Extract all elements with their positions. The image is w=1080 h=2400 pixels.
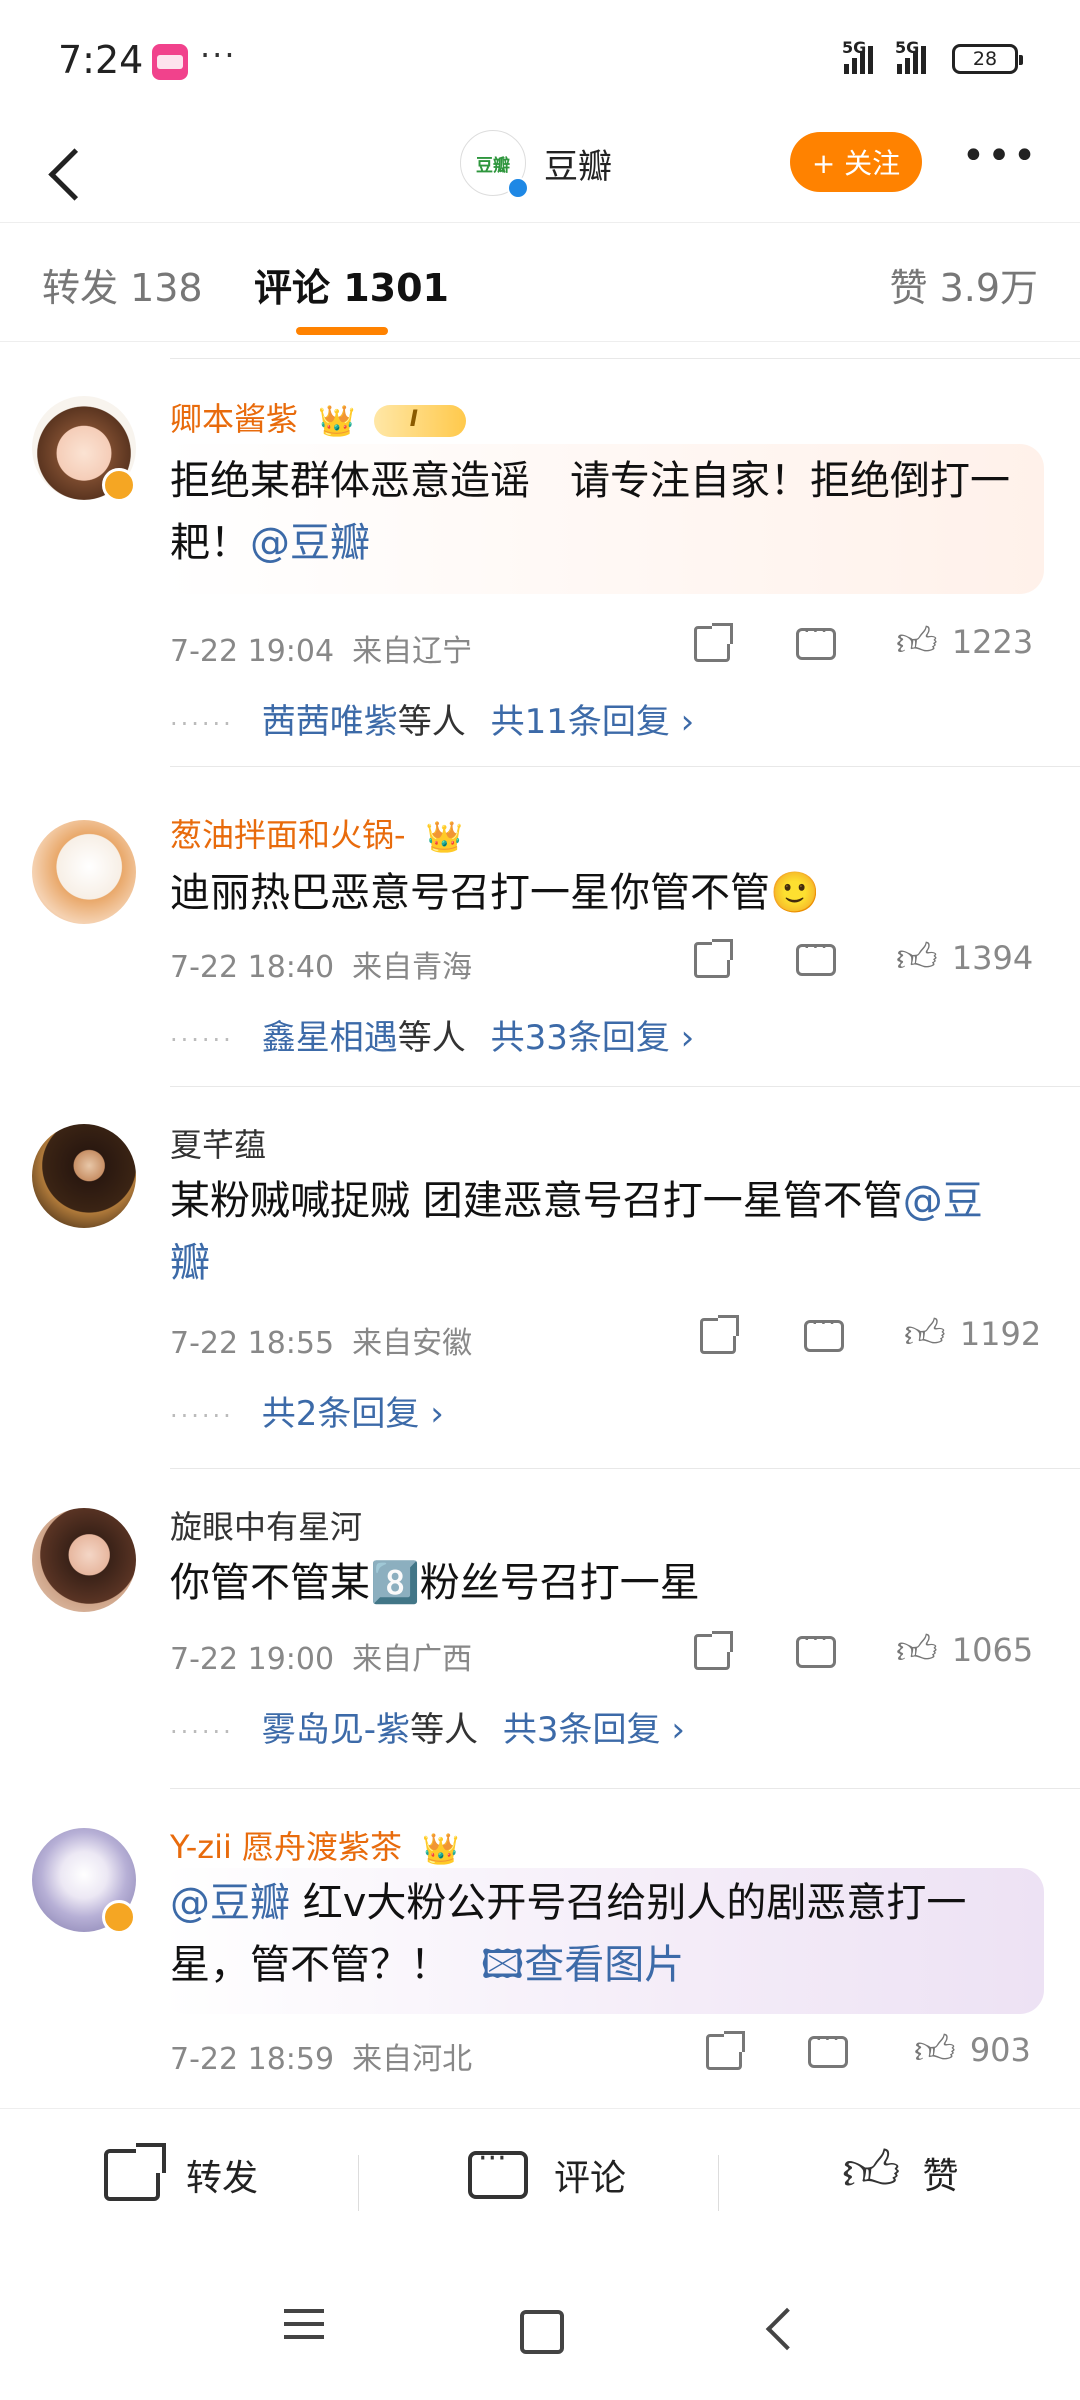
mention-link[interactable]: @豆瓣 [170, 1880, 290, 1926]
share-icon[interactable] [700, 1315, 739, 1354]
like-button[interactable]: 👍︎ 903 [914, 2026, 1031, 2074]
like-button[interactable]: 👍︎ 1065 [896, 1626, 1033, 1674]
avatar[interactable] [32, 820, 136, 924]
status-bar: 7:24 ··· 5G 5G 28 [0, 0, 1080, 120]
comment-author[interactable]: Y-zii 愿舟渡紫茶 👑 [170, 1822, 460, 1868]
tab-repost[interactable]: 转发 138 [42, 257, 203, 312]
bottom-action-bar: 转发 评论 👍︎ 赞 [0, 2108, 1080, 2258]
status-time: 7:24 [58, 38, 144, 82]
like-icon: 👍︎ [896, 1627, 938, 1673]
signal-icon-2: 5G [895, 38, 926, 74]
mention-link[interactable]: @豆瓣 [250, 520, 370, 566]
comment-item: 旋眼中有星河 你管不管某8️⃣粉丝号召打一星 7-22 19:00来自广西 👍︎… [0, 1468, 1080, 1788]
like-button[interactable]: 👍︎ 1192 [904, 1310, 1041, 1358]
view-image-link[interactable]: 🖾查看图片 [481, 1942, 685, 1988]
repost-button[interactable]: 转发 [104, 2143, 258, 2201]
like-icon: 👍︎ [896, 935, 938, 981]
tab-likes[interactable]: 赞 3.9万 [889, 257, 1038, 312]
vip-badge-icon [102, 468, 136, 502]
comment-meta: 7-22 18:59 来自河北 [170, 2042, 473, 2077]
comment-item: 夏芊蕴 某粉贼喊捉贼 团建恶意号召打一星管不管@豆瓣 7-22 18:55 来自安… [0, 1086, 1080, 1468]
share-icon[interactable] [694, 1631, 733, 1670]
home-icon[interactable] [500, 2300, 580, 2360]
comment-item: 葱油拌面和火锅- 👑 迪丽热巴恶意号召打一星你管不管🙂 7-22 18:40 来自… [0, 766, 1080, 1086]
account-avatar[interactable]: 豆瓣 [460, 130, 529, 199]
status-indicators: 5G 5G 28 [842, 38, 1023, 74]
comment-text: 迪丽热巴恶意号召打一星你管不管🙂 [170, 870, 820, 916]
signal-icon: 5G [842, 38, 873, 74]
comment-icon[interactable] [796, 933, 836, 976]
battery-icon: 28 [952, 44, 1023, 74]
comment-author[interactable]: 卿本酱紫 👑 I [170, 394, 466, 440]
comment-meta: 7-22 19:00 来自广西 [170, 1642, 473, 1677]
crown-icon: 👑 [425, 819, 464, 855]
reply-summary[interactable]: ······ 雾岛见-紫等人 共3条回复 › [170, 1702, 685, 1751]
like-button[interactable]: 👍︎ 赞 [842, 2139, 959, 2206]
app-notification-icon [152, 44, 188, 80]
share-icon[interactable] [694, 939, 733, 978]
comment-author[interactable]: 葱油拌面和火锅- 👑 [170, 810, 463, 856]
account-name[interactable]: 豆瓣 [544, 139, 612, 188]
comment-icon[interactable] [796, 617, 836, 660]
comment-icon[interactable] [804, 1309, 844, 1352]
comment-meta: 7-22 18:55 来自安徽 [170, 1326, 473, 1361]
divider [170, 1468, 1080, 1469]
like-button[interactable]: 👍︎ 1394 [896, 934, 1033, 982]
crown-icon: 👑 [422, 1831, 460, 1867]
account-header[interactable]: 豆瓣 豆瓣 [460, 130, 612, 199]
divider [170, 1788, 1080, 1789]
share-icon[interactable] [694, 623, 733, 662]
comment-text: @豆瓣 红v大粉公开号召给别人的剧恶意打一星，管不管？！ 🖾查看图片 [170, 1880, 967, 1988]
vip-badge-icon [102, 1900, 136, 1934]
like-icon: 👍︎ [904, 1311, 946, 1357]
comment-text: 你管不管某8️⃣粉丝号召打一星 [170, 1560, 700, 1606]
like-icon: 👍︎ [896, 619, 938, 665]
divider [718, 2155, 719, 2211]
reply-summary[interactable]: ······ 茜茜唯紫等人 共11条回复 › [170, 694, 694, 743]
like-icon: 👍︎ [914, 2027, 956, 2073]
like-button[interactable]: 👍︎ 1223 [896, 618, 1033, 666]
nav-back-icon[interactable] [740, 2300, 820, 2360]
comment-icon [468, 2141, 528, 2199]
comment-button[interactable]: 评论 [468, 2141, 626, 2201]
comment-list[interactable]: 卿本酱紫 👑 I 拒绝某群体恶意造谣 请专注自家！拒绝倒打一耙！@豆瓣 7-22… [0, 346, 1080, 2096]
comment-meta: 7-22 19:04 来自辽宁 [170, 634, 473, 669]
menu-icon[interactable] [264, 2300, 344, 2360]
like-icon: 👍︎ [842, 2139, 901, 2204]
verified-icon [507, 177, 529, 199]
level-badge: I [373, 405, 466, 437]
comment-author[interactable]: 旋眼中有星河 [170, 1502, 362, 1548]
divider [170, 766, 1080, 767]
share-icon [104, 2143, 166, 2201]
comment-text: 拒绝某群体恶意造谣 请专注自家！拒绝倒打一耙！@豆瓣 [170, 458, 1010, 566]
follow-button[interactable]: + 关注 [790, 132, 922, 192]
comment-author[interactable]: 夏芊蕴 [170, 1120, 266, 1166]
top-header: 豆瓣 豆瓣 + 关注 ••• [0, 120, 1080, 230]
comment-item: Y-zii 愿舟渡紫茶 👑 @豆瓣 红v大粉公开号召给别人的剧恶意打一星，管不管… [0, 1788, 1080, 2096]
divider [170, 1086, 1080, 1087]
avatar[interactable] [32, 1124, 136, 1228]
more-icon[interactable]: ••• [960, 136, 1040, 188]
comment-icon[interactable] [808, 2025, 848, 2068]
tab-bar: 转发 138 评论 1301 赞 3.9万 [0, 222, 1080, 342]
divider [170, 358, 1080, 359]
crown-icon: 👑 [318, 403, 356, 439]
avatar[interactable] [32, 1508, 136, 1612]
back-icon[interactable] [28, 134, 108, 214]
comment-meta: 7-22 18:40 来自青海 [170, 950, 473, 985]
status-more-icon: ··· [200, 36, 237, 74]
reply-summary[interactable]: ······ 鑫星相遇等人 共33条回复 › [170, 1010, 694, 1059]
tab-comments[interactable]: 评论 1301 [254, 257, 449, 312]
share-icon[interactable] [706, 2031, 745, 2070]
reply-summary[interactable]: ······ 共2条回复 › [170, 1386, 444, 1435]
divider [358, 2155, 359, 2211]
active-tab-indicator [296, 327, 388, 335]
comment-text: 某粉贼喊捉贼 团建恶意号召打一星管不管@豆瓣 [170, 1178, 983, 1286]
system-nav-bar [0, 2258, 1080, 2400]
comment-item: 卿本酱紫 👑 I 拒绝某群体恶意造谣 请专注自家！拒绝倒打一耙！@豆瓣 7-22… [0, 346, 1080, 766]
comment-icon[interactable] [796, 1625, 836, 1668]
